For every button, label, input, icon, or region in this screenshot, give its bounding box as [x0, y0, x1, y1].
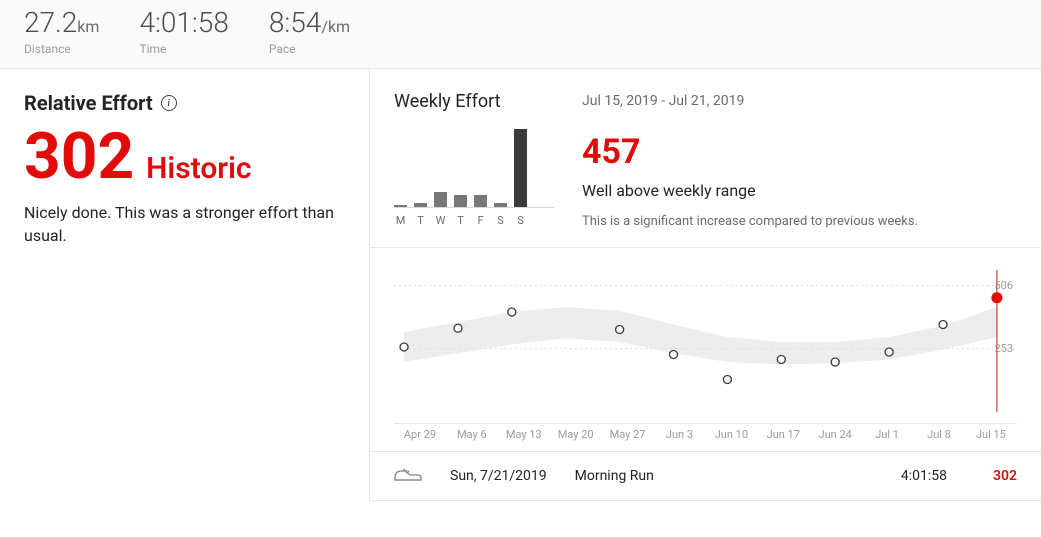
activity-time: 4:01:58: [901, 468, 947, 484]
mini-bar-S: [514, 129, 527, 207]
relative-effort-panel: Relative Effort i 302 Historic Nicely do…: [0, 69, 370, 501]
relative-effort-score: 302 Historic: [24, 125, 345, 189]
mini-bar-label: M: [394, 214, 407, 227]
pace-label: Pace: [269, 42, 350, 56]
x-tick: Jun 24: [809, 428, 861, 441]
x-tick: May 13: [498, 428, 550, 441]
weekly-date-range: Jul 15, 2019 - Jul 21, 2019: [582, 93, 1017, 109]
time-value: 4:01:58: [139, 6, 228, 40]
relative-effort-title-text: Relative Effort: [24, 91, 153, 115]
activity-title: Morning Run: [575, 468, 815, 484]
activity-score: 302: [993, 468, 1017, 484]
weekly-panel: Weekly Effort MTWTFSS Jul 15, 2019 - Jul…: [370, 69, 1041, 501]
x-tick: Jun 10: [705, 428, 757, 441]
trend-x-axis: Apr 29May 6May 13May 20May 27Jun 3Jun 10…: [394, 423, 1017, 451]
mini-bar-label: S: [494, 214, 507, 227]
shoe-icon: [394, 466, 422, 486]
weekly-note: This is a significant increase compared …: [582, 214, 1017, 229]
x-tick: Jun 17: [757, 428, 809, 441]
pace-unit: /km: [321, 17, 350, 36]
relative-effort-title: Relative Effort i: [24, 91, 345, 115]
x-tick: Jul 1: [861, 428, 913, 441]
x-tick: May 6: [446, 428, 498, 441]
time-number: 4:01:58: [139, 6, 228, 39]
x-tick: Apr 29: [394, 428, 446, 441]
distance-value: 27.2km: [24, 6, 99, 40]
x-tick: Jul 15: [965, 428, 1017, 441]
y-tick-506: 506: [994, 279, 1013, 292]
relative-effort-number: 302: [24, 125, 134, 189]
weekly-range-text: Well above weekly range: [582, 181, 1017, 200]
pace-number: 8:54: [269, 6, 321, 39]
pace-value: 8:54/km: [269, 6, 350, 40]
distance-label: Distance: [24, 42, 99, 56]
mini-bar-F: [474, 195, 487, 207]
mini-bar-label: S: [514, 214, 527, 227]
time-label: Time: [139, 42, 228, 56]
mini-bar-T: [414, 203, 427, 207]
mini-bar-label: T: [454, 214, 467, 227]
mini-bar-S: [494, 203, 507, 207]
x-tick: Jul 8: [913, 428, 965, 441]
x-tick: May 27: [602, 428, 654, 441]
stat-pace: 8:54/km Pace: [269, 6, 350, 56]
mini-bar-label: F: [474, 214, 487, 227]
relative-effort-description: Nicely done. This was a stronger effort …: [24, 201, 344, 247]
activity-date: Sun, 7/21/2019: [450, 468, 547, 484]
info-icon[interactable]: i: [161, 95, 177, 111]
x-tick: May 20: [550, 428, 602, 441]
activity-row[interactable]: Sun, 7/21/2019 Morning Run 4:01:58 302: [370, 451, 1041, 501]
x-tick: Jun 3: [654, 428, 706, 441]
stat-distance: 27.2km Distance: [24, 6, 99, 56]
trend-chart[interactable]: 506 253 Apr 29May 6May 13May 20May 27Jun…: [370, 248, 1041, 451]
stats-bar: 27.2km Distance 4:01:58 Time 8:54/km Pac…: [0, 0, 1041, 69]
mini-bar-T: [454, 195, 467, 207]
weekly-mini-bars: [394, 128, 554, 208]
distance-unit: km: [77, 17, 99, 36]
relative-effort-tier: Historic: [146, 151, 251, 186]
mini-bar-label: W: [434, 214, 447, 227]
weekly-score: 457: [582, 135, 1017, 169]
mini-bar-M: [394, 205, 407, 207]
trend-svg: [394, 264, 1017, 424]
y-tick-253: 253: [994, 342, 1013, 355]
mini-bar-label: T: [414, 214, 427, 227]
mini-bar-W: [434, 192, 447, 207]
stat-time: 4:01:58 Time: [139, 6, 228, 56]
weekly-mini-labels: MTWTFSS: [394, 214, 554, 227]
weekly-effort-title: Weekly Effort: [394, 91, 554, 112]
distance-number: 27.2: [24, 6, 77, 39]
